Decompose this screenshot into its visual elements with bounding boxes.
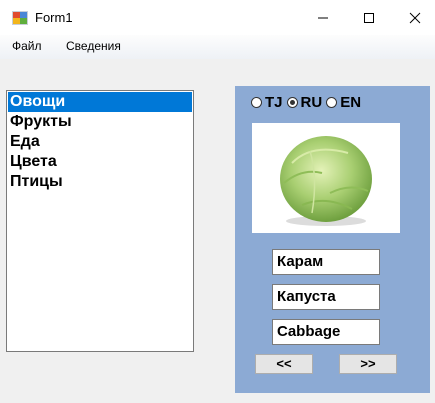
previous-button[interactable]: << <box>255 354 313 374</box>
radio-ru-circle[interactable] <box>286 97 298 108</box>
app-icon <box>12 11 28 25</box>
list-item[interactable]: Еда <box>7 132 193 152</box>
radio-ru[interactable]: RU <box>286 94 323 111</box>
tajik-word-field[interactable]: Карам <box>272 249 380 275</box>
russian-word-field[interactable]: Капуста <box>272 284 380 310</box>
close-icon <box>409 12 421 23</box>
menu-bar: Файл Сведения <box>0 35 435 59</box>
radio-en[interactable]: EN <box>326 94 361 111</box>
language-radio-group: TJ RU EN <box>251 94 365 111</box>
list-item[interactable]: Цвета <box>7 152 193 172</box>
list-item[interactable]: Фрукты <box>7 112 193 132</box>
english-word-field[interactable]: Cabbage <box>272 319 380 345</box>
radio-ru-label: RU <box>300 94 323 111</box>
cabbage-picture <box>280 136 372 226</box>
word-image <box>252 123 400 233</box>
maximize-button[interactable] <box>346 0 392 35</box>
word-panel: TJ RU EN Карам Капуста Cabbage << >> <box>235 86 430 393</box>
list-item[interactable]: Овощи <box>8 92 192 112</box>
next-button[interactable]: >> <box>339 354 397 374</box>
category-listbox[interactable]: Овощи Фрукты Еда Цвета Птицы <box>6 90 194 352</box>
radio-tj[interactable]: TJ <box>251 94 283 111</box>
radio-tj-label: TJ <box>265 94 283 111</box>
close-button[interactable] <box>392 0 435 35</box>
radio-en-label: EN <box>340 94 362 111</box>
minimize-icon <box>318 17 328 18</box>
menu-file[interactable]: Файл <box>12 39 42 53</box>
window-title: Form1 <box>35 10 73 25</box>
radio-tj-circle[interactable] <box>251 97 262 108</box>
menu-info[interactable]: Сведения <box>66 39 121 53</box>
title-bar: Form1 <box>0 0 435 35</box>
maximize-icon <box>364 12 374 23</box>
radio-en-circle[interactable] <box>326 97 338 108</box>
list-item[interactable]: Птицы <box>7 172 193 192</box>
minimize-button[interactable] <box>300 0 346 35</box>
